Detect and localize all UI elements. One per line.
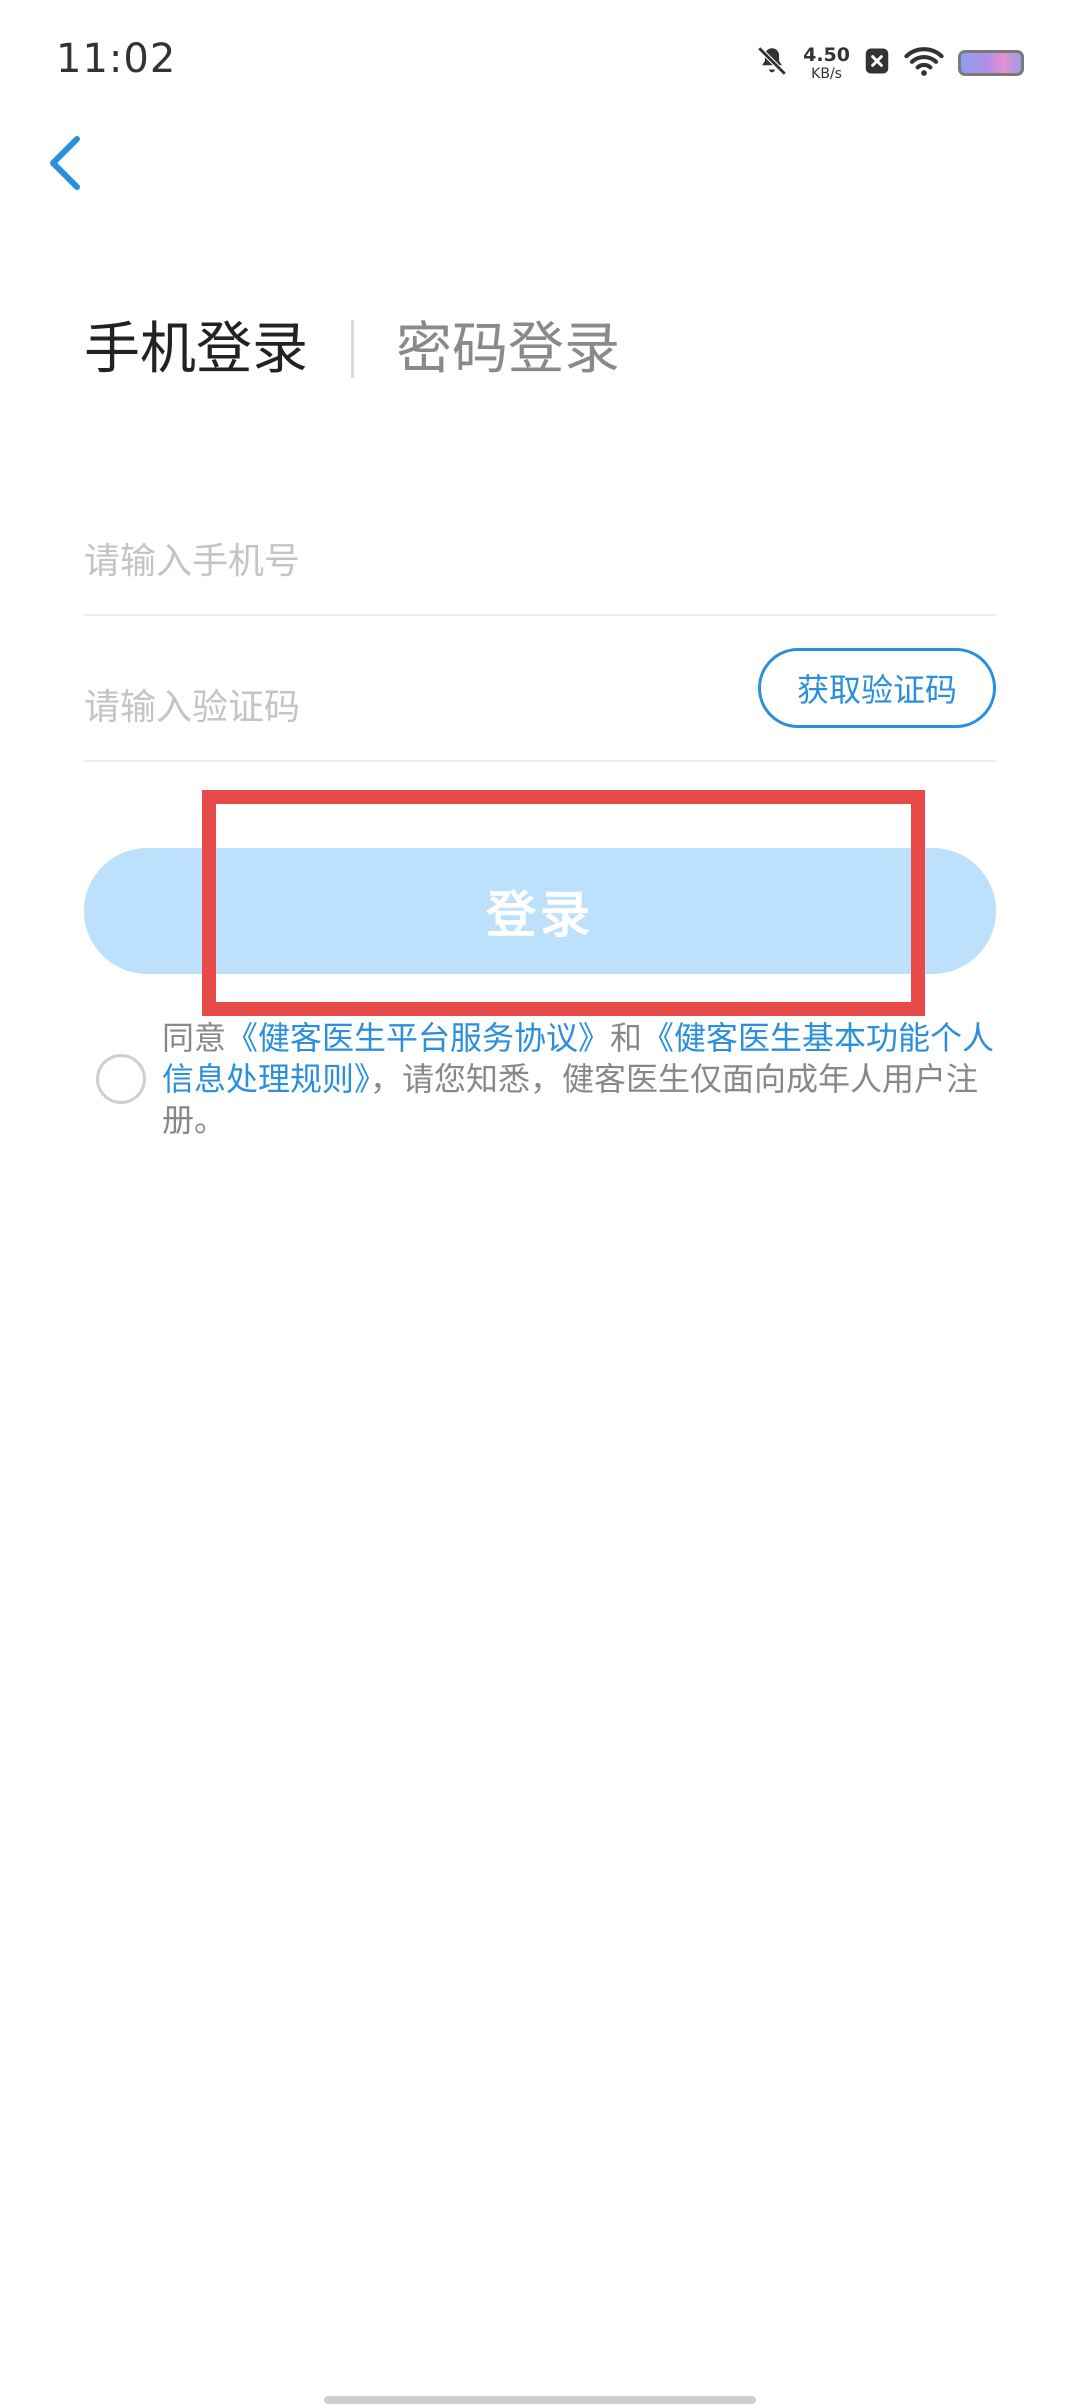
network-speed-unit: KB/s bbox=[811, 65, 842, 82]
tab-divider bbox=[351, 320, 354, 378]
get-code-button[interactable]: 获取验证码 bbox=[758, 648, 996, 728]
status-icons: 4.50 KB/s bbox=[755, 40, 1024, 86]
back-button[interactable] bbox=[40, 128, 90, 198]
wifi-icon bbox=[904, 45, 944, 81]
tab-phone-login[interactable]: 手机登录 bbox=[84, 312, 308, 388]
agreement-prefix: 同意 bbox=[162, 1019, 227, 1057]
battery-icon bbox=[958, 50, 1024, 76]
agreement-conj: 和 bbox=[610, 1019, 643, 1057]
verification-code-input[interactable] bbox=[84, 674, 724, 740]
bell-muted-icon bbox=[755, 44, 789, 82]
notification-x-icon bbox=[864, 46, 890, 80]
agreement-checkbox[interactable] bbox=[96, 1054, 146, 1104]
phone-field bbox=[84, 506, 996, 616]
tab-password-login[interactable]: 密码登录 bbox=[396, 312, 620, 388]
network-speed-value: 4.50 bbox=[803, 43, 850, 66]
service-agreement-link[interactable]: 《健客医生平台服务协议》 bbox=[226, 1019, 610, 1057]
home-indicator[interactable] bbox=[324, 2396, 756, 2404]
login-button[interactable]: 登录 bbox=[84, 848, 996, 974]
agreement-text: 同意《健客医生平台服务协议》和《健客医生基本功能个人信息处理规则》，请您知悉，健… bbox=[162, 1018, 998, 1141]
chevron-left-icon bbox=[50, 136, 80, 190]
network-speed: 4.50 KB/s bbox=[803, 43, 850, 82]
phone-input[interactable] bbox=[84, 528, 984, 594]
status-time: 11:02 bbox=[56, 36, 177, 82]
